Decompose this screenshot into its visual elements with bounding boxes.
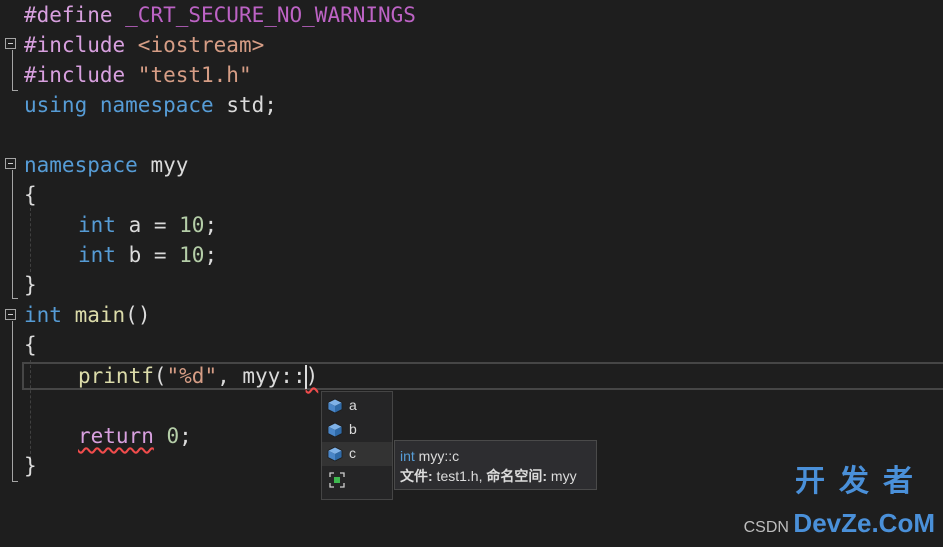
number-literal: 10 <box>179 213 205 237</box>
include-path: "test1.h" <box>125 63 252 87</box>
member-cube-icon <box>327 446 343 462</box>
completion-item-b[interactable]: b <box>322 418 392 442</box>
code-line-1[interactable]: #define _CRT_SECURE_NO_WARNINGS <box>0 0 943 30</box>
keyword: namespace <box>99 93 214 117</box>
keyword: namespace <box>24 153 138 177</box>
completion-item-label: c <box>349 445 356 461</box>
keyword: return <box>78 424 154 448</box>
watermark-chinese: 开发者 <box>795 465 927 498</box>
namespace-name: myy <box>137 153 189 177</box>
completion-item-a[interactable]: a <box>322 394 392 418</box>
code-line-2[interactable]: #include <iostream> <box>0 30 943 60</box>
code-text: b = <box>115 243 180 267</box>
code-line-4[interactable]: using namespace std; <box>0 90 943 120</box>
completion-item-label: b <box>349 421 357 437</box>
completion-list[interactable]: a b c <box>321 391 393 500</box>
code-text: , myy:: <box>217 364 306 388</box>
number-literal: 10 <box>179 243 205 267</box>
code-line-3[interactable]: #include "test1.h" <box>0 60 943 90</box>
keyword: int <box>78 213 116 237</box>
keyword: int <box>78 243 116 267</box>
tooltip-type: int <box>400 448 415 464</box>
watermark-csdn: CSDN <box>743 519 789 536</box>
code-text: ; <box>179 424 192 448</box>
code-text: ( <box>153 364 167 388</box>
member-cube-icon <box>327 422 343 438</box>
brace: { <box>24 333 37 357</box>
code-line-11[interactable]: int main() <box>0 300 943 330</box>
string-literal: "%d" <box>166 364 218 388</box>
function-name: main <box>74 303 126 327</box>
tooltip-details: 文件: test1.h, 命名空间: myy <box>400 466 596 486</box>
macro-name: _CRT_SECURE_NO_WARNINGS <box>112 3 416 27</box>
member-filter-icon[interactable] <box>328 471 346 489</box>
completion-item-c[interactable]: c <box>322 442 392 466</box>
quick-info-tooltip: int myy::c 文件: test1.h, 命名空间: myy <box>394 440 597 490</box>
completion-item-label: a <box>349 397 357 413</box>
code-line-9[interactable]: int b = 10; <box>0 240 943 270</box>
tooltip-namespace-value: myy <box>547 468 577 484</box>
code-line-12[interactable]: { <box>0 330 943 360</box>
code-line-13[interactable]: printf("%d", myy::) <box>0 361 943 391</box>
function-name: printf <box>78 364 154 388</box>
tooltip-symbol: myy::c <box>414 448 460 464</box>
keyword: using <box>24 93 88 117</box>
brace: { <box>24 183 37 207</box>
tooltip-namespace-label: 命名空间: <box>486 468 548 484</box>
brace: } <box>24 273 37 297</box>
keyword: int <box>24 303 62 327</box>
code-text: a = <box>115 213 180 237</box>
member-cube-icon <box>327 398 343 414</box>
brace: } <box>24 454 37 478</box>
code-text: ; <box>204 243 218 267</box>
code-line-6[interactable]: namespace myy <box>0 150 943 180</box>
code-text: ) <box>305 364 319 388</box>
preprocessor-directive: #include <box>24 33 126 57</box>
tooltip-file-label: 文件: <box>400 468 433 484</box>
tooltip-signature: int myy::c <box>400 446 596 466</box>
number-literal: 0 <box>166 424 180 448</box>
code-text: std; <box>213 93 277 117</box>
include-path: <iostream> <box>125 33 265 57</box>
code-text: () <box>125 303 151 327</box>
code-line-7[interactable]: { <box>0 180 943 210</box>
tooltip-file-value: test1.h, <box>432 468 487 484</box>
preprocessor-directive: #include <box>24 63 126 87</box>
code-line-8[interactable]: int a = 10; <box>0 210 943 240</box>
code-text: ; <box>204 213 218 237</box>
preprocessor-directive: #define <box>24 3 113 27</box>
fold-guide-end <box>12 481 18 482</box>
watermark-brand: DevZe.CoM <box>793 508 935 538</box>
watermark: 开发者 CSDN DevZe.CoM <box>743 465 935 539</box>
code-line-10[interactable]: } <box>0 270 943 300</box>
